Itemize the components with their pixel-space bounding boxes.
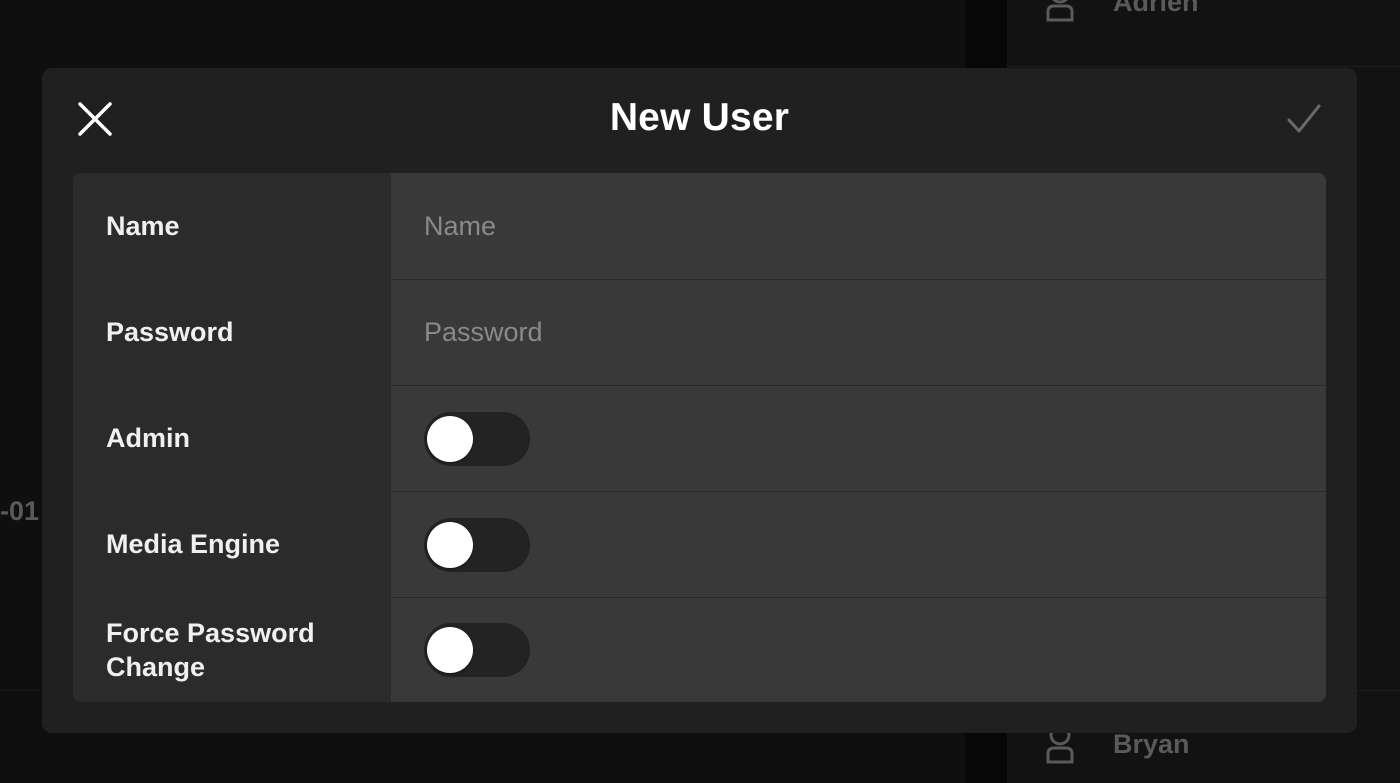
media-engine-toggle[interactable] [424, 517, 530, 572]
name-label: Name [73, 173, 391, 279]
confirm-button[interactable] [1281, 98, 1327, 144]
toggle-knob [427, 627, 473, 673]
name-value-cell [391, 173, 1326, 279]
new-user-dialog: New User Name Password Admin [42, 68, 1357, 733]
dialog-title: New User [609, 96, 790, 139]
form-row-name: Name [73, 173, 1326, 279]
background-text-fragment: -01 [0, 496, 40, 526]
name-input[interactable] [424, 196, 1326, 256]
background-row-divider [1007, 66, 1400, 67]
admin-value-cell [391, 385, 1326, 491]
toggle-knob [427, 415, 473, 462]
password-value-cell [391, 279, 1326, 385]
admin-toggle[interactable] [424, 411, 530, 466]
force-password-change-value-cell [391, 597, 1326, 702]
user-icon [1045, 0, 1075, 22]
media-engine-value-cell [391, 491, 1326, 597]
admin-label: Admin [73, 385, 391, 491]
background-user-item[interactable]: Adrien [1045, 0, 1199, 22]
dialog-header: New User [42, 68, 1357, 172]
user-form: Name Password Admin Media Engine [73, 173, 1326, 702]
media-engine-label: Media Engine [73, 491, 391, 597]
form-row-force-password-change: Force Password Change [73, 597, 1326, 702]
force-password-change-label: Force Password Change [73, 597, 391, 702]
background-user-name: Bryan [1113, 728, 1190, 759]
background-user-name: Adrien [1113, 0, 1199, 17]
force-password-change-toggle[interactable] [424, 623, 530, 677]
toggle-knob [427, 521, 473, 568]
checkmark-icon [1286, 103, 1322, 140]
password-label: Password [73, 279, 391, 385]
form-row-admin: Admin [73, 385, 1326, 491]
password-input[interactable] [424, 302, 1326, 363]
form-row-password: Password [73, 279, 1326, 385]
form-row-media-engine: Media Engine [73, 491, 1326, 597]
